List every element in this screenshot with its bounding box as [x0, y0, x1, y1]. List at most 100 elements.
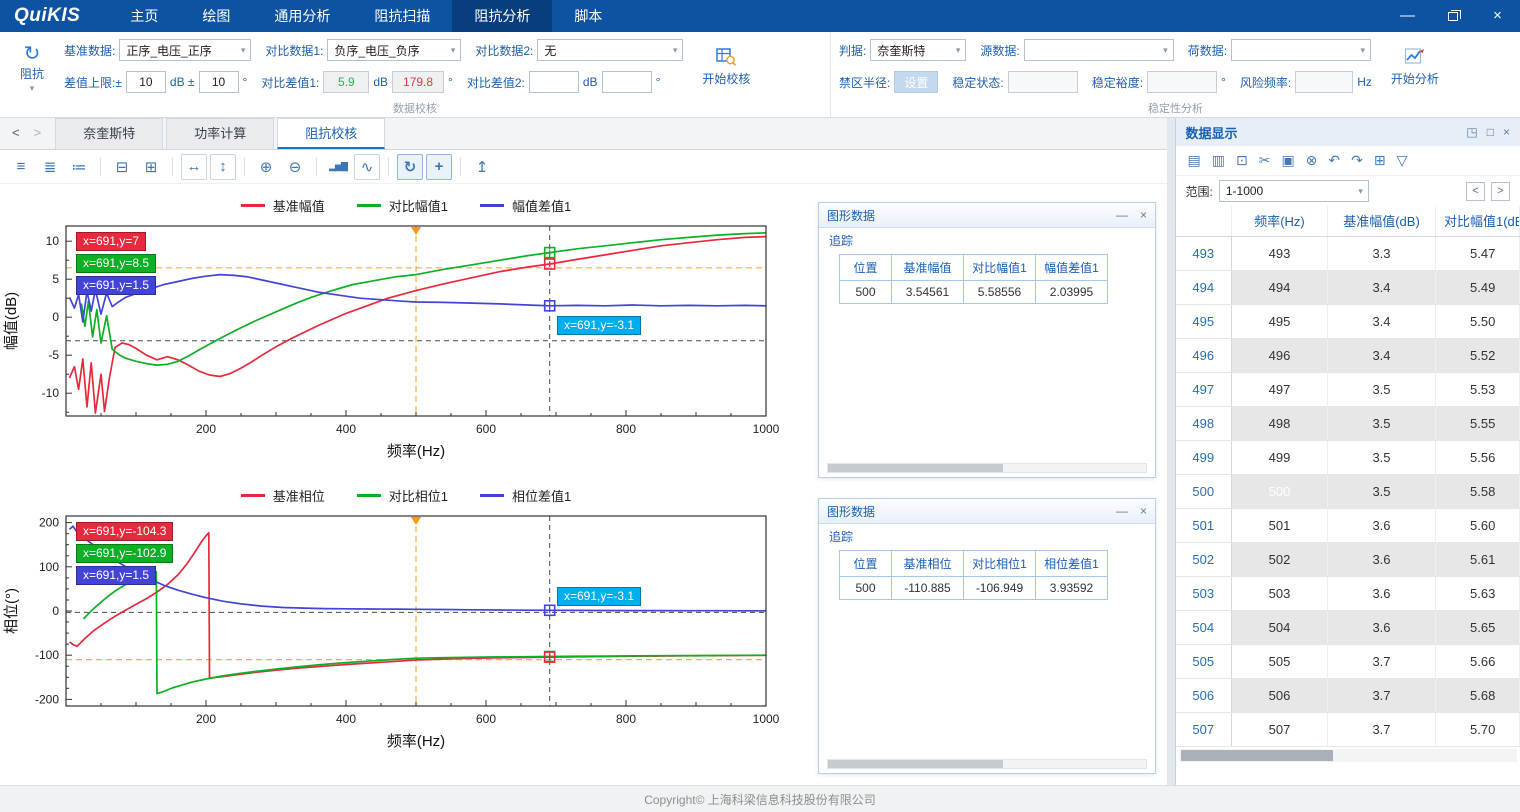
maximize-button[interactable]: [1430, 0, 1475, 32]
impedance-button[interactable]: ↻ 阻抗 ▾: [8, 38, 56, 100]
tab-track[interactable]: 追踪: [819, 524, 1155, 547]
panel-splitter[interactable]: [1167, 118, 1175, 785]
crosshair-icon[interactable]: +: [426, 154, 452, 180]
horizontal-scrollbar[interactable]: [827, 463, 1147, 473]
arrange-list-icon[interactable]: ≔: [66, 154, 92, 180]
base-amplitude-cell[interactable]: 3.3: [1328, 236, 1436, 270]
compare-amplitude-cell[interactable]: 5.66: [1436, 644, 1520, 678]
fit-width-icon[interactable]: ↔: [181, 154, 207, 180]
minimize-icon[interactable]: —: [1116, 208, 1128, 222]
base-amplitude-cell[interactable]: 3.5: [1328, 440, 1436, 474]
compare-amplitude-cell[interactable]: 5.55: [1436, 406, 1520, 440]
frequency-cell[interactable]: 504: [1232, 610, 1328, 644]
pane-border-icon[interactable]: ⊟: [109, 154, 135, 180]
cut-icon[interactable]: ✂: [1259, 152, 1271, 169]
base-amplitude-cell[interactable]: 3.6: [1328, 576, 1436, 610]
menu-item-4[interactable]: 阻抗分析: [452, 0, 552, 32]
load-data-select[interactable]: ▾: [1231, 39, 1371, 61]
stable-state-input[interactable]: [1008, 71, 1078, 93]
compare-amplitude-cell[interactable]: 5.47: [1436, 236, 1520, 270]
source-data-select[interactable]: ▾: [1024, 39, 1174, 61]
copy-icon[interactable]: ⊡: [1236, 152, 1248, 169]
close-icon[interactable]: ×: [1140, 504, 1147, 518]
frequency-cell[interactable]: 497: [1232, 372, 1328, 406]
base-amplitude-cell[interactable]: 3.5: [1328, 372, 1436, 406]
scrollbar-thumb[interactable]: [1181, 750, 1333, 761]
frequency-cell[interactable]: 498: [1232, 406, 1328, 440]
scrollbar-thumb[interactable]: [828, 464, 1003, 472]
menu-item-1[interactable]: 绘图: [180, 0, 252, 32]
horizontal-scrollbar[interactable]: [1179, 749, 1518, 762]
frequency-cell[interactable]: 499: [1232, 440, 1328, 474]
range-select[interactable]: 1-1000▾: [1219, 180, 1369, 202]
settings-button[interactable]: 设置: [894, 71, 938, 93]
compare-amplitude-cell[interactable]: 5.65: [1436, 610, 1520, 644]
filter-icon[interactable]: ▽: [1397, 152, 1408, 169]
compare-diff2-deg-input[interactable]: [602, 71, 652, 93]
compare-amplitude-cell[interactable]: 5.56: [1436, 440, 1520, 474]
bar-chart-icon[interactable]: ▂▅▇: [325, 154, 351, 180]
arrange-tile-icon[interactable]: ≣: [37, 154, 63, 180]
pane-grid-icon[interactable]: ⊞: [138, 154, 164, 180]
compare-amplitude-cell[interactable]: 5.58: [1436, 474, 1520, 508]
base-amplitude-cell[interactable]: 3.7: [1328, 678, 1436, 712]
frequency-cell[interactable]: 507: [1232, 712, 1328, 746]
margin-input[interactable]: [1147, 71, 1217, 93]
export-table-icon[interactable]: ⊞: [1374, 152, 1386, 169]
delete-icon[interactable]: ⊗: [1306, 152, 1318, 169]
document-tab-2[interactable]: 阻抗校核: [277, 118, 385, 149]
frequency-cell[interactable]: 500: [1232, 474, 1328, 508]
base-amplitude-cell[interactable]: 3.5: [1328, 474, 1436, 508]
range-prev-button[interactable]: <: [1466, 182, 1485, 201]
compare1-select[interactable]: 负序_电压_负序▾: [327, 39, 461, 61]
menu-item-0[interactable]: 主页: [108, 0, 180, 32]
close-icon[interactable]: ×: [1140, 208, 1147, 222]
tab-scroll-left-icon[interactable]: <: [12, 125, 20, 140]
minimize-icon[interactable]: —: [1116, 504, 1128, 518]
compare-amplitude-cell[interactable]: 5.50: [1436, 304, 1520, 338]
menu-item-5[interactable]: 脚本: [552, 0, 624, 32]
zoom-out-icon[interactable]: ⊖: [282, 154, 308, 180]
tab-scroll-right-icon[interactable]: >: [34, 125, 42, 140]
compare-diff2-db-input[interactable]: [529, 71, 579, 93]
scrollbar-thumb[interactable]: [828, 760, 1003, 768]
base-amplitude-cell[interactable]: 3.7: [1328, 644, 1436, 678]
save-page-icon[interactable]: ▥: [1212, 152, 1225, 169]
arrange-rows-icon[interactable]: ≡: [8, 154, 34, 180]
frequency-cell[interactable]: 496: [1232, 338, 1328, 372]
phase-chart[interactable]: 2004006008001000-200-1000100200频率(Hz)相位(…: [0, 506, 812, 758]
close-button[interactable]: ×: [1475, 0, 1520, 32]
undo-icon[interactable]: ↶: [1328, 152, 1340, 169]
base-amplitude-cell[interactable]: 3.6: [1328, 508, 1436, 542]
base-amplitude-cell[interactable]: 3.6: [1328, 610, 1436, 644]
diff-limit-db-input[interactable]: [126, 71, 166, 93]
frequency-cell[interactable]: 503: [1232, 576, 1328, 610]
compare-amplitude-cell[interactable]: 5.49: [1436, 270, 1520, 304]
compare2-select[interactable]: 无▾: [537, 39, 683, 61]
base-amplitude-cell[interactable]: 3.6: [1328, 542, 1436, 576]
risk-frequency-input[interactable]: [1295, 71, 1353, 93]
frequency-cell[interactable]: 493: [1232, 236, 1328, 270]
base-amplitude-cell[interactable]: 3.4: [1328, 270, 1436, 304]
zoom-in-icon[interactable]: ⊕: [253, 154, 279, 180]
frequency-cell[interactable]: 494: [1232, 270, 1328, 304]
frequency-cell[interactable]: 502: [1232, 542, 1328, 576]
document-tab-0[interactable]: 奈奎斯特: [55, 118, 163, 149]
compare-amplitude-cell[interactable]: 5.52: [1436, 338, 1520, 372]
refresh-icon[interactable]: ↻: [397, 154, 423, 180]
base-amplitude-cell[interactable]: 3.7: [1328, 712, 1436, 746]
start-analysis-button[interactable]: 开始分析: [1382, 38, 1448, 96]
fit-height-icon[interactable]: ↕: [210, 154, 236, 180]
compare-amplitude-cell[interactable]: 5.61: [1436, 542, 1520, 576]
compare-amplitude-cell[interactable]: 5.70: [1436, 712, 1520, 746]
line-chart-icon[interactable]: ∿: [354, 154, 380, 180]
base-amplitude-cell[interactable]: 3.4: [1328, 338, 1436, 372]
export-chart-icon[interactable]: ↥: [469, 154, 495, 180]
criterion-select[interactable]: 奈奎斯特▾: [870, 39, 966, 61]
frequency-cell[interactable]: 495: [1232, 304, 1328, 338]
redo-icon[interactable]: ↷: [1351, 152, 1363, 169]
range-next-button[interactable]: >: [1491, 182, 1510, 201]
base-amplitude-cell[interactable]: 3.5: [1328, 406, 1436, 440]
compare-amplitude-cell[interactable]: 5.53: [1436, 372, 1520, 406]
frequency-cell[interactable]: 505: [1232, 644, 1328, 678]
